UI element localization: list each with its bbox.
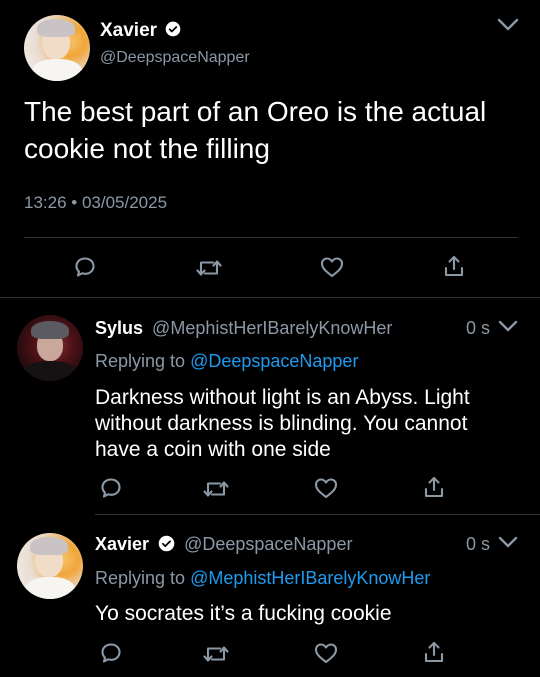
main-display-name[interactable]: Xavier	[100, 20, 181, 42]
main-timestamp: 13:26 • 03/05/2025	[24, 193, 168, 212]
reply-1-retweet-icon[interactable]	[203, 478, 229, 500]
reply-icon[interactable]	[73, 255, 97, 279]
main-tweet-text-line-1: The best part of an Oreo is the actual	[24, 96, 487, 127]
reply-2-verified-badge-icon	[158, 535, 175, 552]
reply-2-time: 0 s	[466, 534, 491, 554]
reply-2-text-line-1: Yo socrates it’s a fucking cookie	[95, 602, 392, 625]
reply-1-text-line-2: without darkness is blinding. You cannot	[95, 412, 468, 435]
reply-1-like-icon[interactable]	[314, 477, 338, 499]
like-icon[interactable]	[320, 256, 344, 278]
reply-1-time: 0 s	[466, 318, 491, 338]
avatar-xavier-reply[interactable]	[17, 533, 83, 599]
reply-1-text-line-3: have a coin with one side	[95, 438, 331, 461]
reply-2-replying-to: Replying to @MephistHerIBarelyKnowHer	[95, 568, 430, 589]
reply-1-handle[interactable]: @MephistHerIBarelyKnowHer	[152, 318, 392, 338]
reply-divider	[95, 514, 540, 515]
reply-2-header: Xavier @DeepspaceNapper	[95, 534, 352, 555]
reply-1-text-line-1: Darkness without light is an Abyss. Ligh…	[95, 386, 470, 409]
reply-1-chevron-down-icon[interactable]	[498, 319, 518, 334]
verified-badge-icon	[165, 22, 181, 37]
main-divider-top	[24, 237, 518, 238]
display-name-text[interactable]: Xavier	[100, 20, 157, 41]
chevron-down-icon[interactable]	[497, 17, 519, 33]
reply-2-chevron-down-icon[interactable]	[498, 535, 518, 550]
reply-1-replying-prefix: Replying to	[95, 351, 191, 371]
reply-2-share-icon[interactable]	[423, 640, 445, 664]
reply-1-replying-to: Replying to @DeepspaceNapper	[95, 351, 358, 372]
main-tweet-text-line-2: cookie not the filling	[24, 133, 270, 164]
reply-2-like-icon[interactable]	[314, 642, 338, 664]
share-icon[interactable]	[443, 254, 465, 278]
reply-1-display-name[interactable]: Sylus	[95, 318, 143, 338]
reply-1-replying-to-link[interactable]: @DeepspaceNapper	[190, 351, 358, 371]
reply-2-replying-to-link[interactable]: @MephistHerIBarelyKnowHer	[190, 568, 430, 588]
reply-1-header: Sylus @MephistHerIBarelyKnowHer	[95, 318, 392, 339]
reply-2-replying-prefix: Replying to	[95, 568, 191, 588]
main-handle[interactable]: @DeepspaceNapper	[100, 49, 250, 67]
reply-2-handle[interactable]: @DeepspaceNapper	[184, 534, 352, 554]
reply-1-reply-icon[interactable]	[99, 476, 123, 500]
reply-1-share-icon[interactable]	[423, 475, 445, 499]
reply-2-retweet-icon[interactable]	[203, 643, 229, 665]
avatar-sylus[interactable]	[17, 315, 83, 381]
retweet-icon[interactable]	[196, 257, 222, 279]
reply-2-reply-icon[interactable]	[99, 641, 123, 665]
section-divider	[0, 297, 540, 298]
reply-2-display-name[interactable]: Xavier	[95, 534, 149, 554]
avatar-xavier[interactable]	[24, 15, 90, 81]
